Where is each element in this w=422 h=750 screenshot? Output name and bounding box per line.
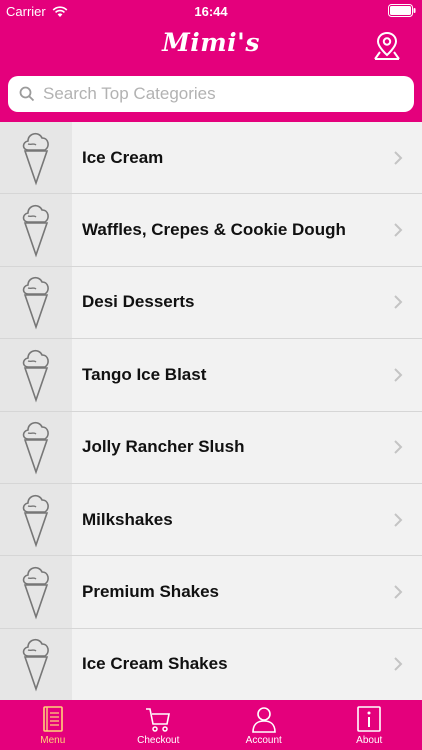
- tab-label: Account: [245, 735, 282, 746]
- ice-cream-cone-icon: [0, 556, 72, 628]
- tab-label: About: [356, 735, 383, 746]
- map-pin-icon[interactable]: [372, 30, 402, 62]
- menu-book-icon: [42, 706, 63, 732]
- category-row-tango-ice-blast[interactable]: Tango Ice Blast: [0, 339, 422, 412]
- category-list: Ice Cream Waffles, Crepes & Cookie Dough…: [0, 122, 422, 700]
- info-icon: [357, 706, 382, 732]
- category-row-desi-desserts[interactable]: Desi Desserts: [0, 266, 422, 340]
- category-label: Premium Shakes: [82, 582, 220, 602]
- chevron-right-icon: [394, 440, 403, 454]
- ice-cream-cone-icon: [0, 266, 72, 339]
- tab-bar: Menu Checkout Account About: [0, 700, 422, 750]
- category-label: Tango Ice Blast: [82, 364, 207, 384]
- cart-icon: [146, 708, 171, 732]
- search-icon: [19, 86, 35, 102]
- tab-label: Checkout: [137, 735, 180, 746]
- category-label: Ice Cream Shakes: [82, 654, 228, 674]
- chevron-right-icon: [394, 223, 403, 237]
- ice-cream-cone-icon: [0, 339, 72, 411]
- chevron-right-icon: [394, 150, 403, 165]
- ice-cream-cone-icon: [0, 194, 72, 266]
- ice-cream-cone-icon: [0, 483, 72, 556]
- tab-label: Menu: [40, 735, 66, 746]
- tab-menu[interactable]: Menu: [0, 700, 106, 750]
- category-row-ice-cream[interactable]: Ice Cream: [0, 122, 422, 195]
- category-row-milkshakes[interactable]: Milkshakes: [0, 483, 422, 557]
- chevron-right-icon: [394, 512, 403, 527]
- chevron-right-icon: [394, 585, 403, 599]
- chevron-right-icon: [394, 657, 403, 672]
- chevron-right-icon: [394, 368, 403, 382]
- user-icon: [251, 707, 276, 733]
- category-label: Desi Desserts: [82, 292, 195, 312]
- search-bar: [0, 68, 422, 122]
- category-row-premium-shakes[interactable]: Premium Shakes: [0, 556, 422, 629]
- tab-about[interactable]: About: [317, 700, 422, 750]
- category-label: Ice Cream: [82, 147, 164, 167]
- status-time: 16:44: [194, 4, 228, 19]
- nav-bar: Mimi's: [0, 24, 422, 68]
- category-label: Milkshakes: [82, 509, 173, 529]
- search-input[interactable]: [43, 84, 403, 104]
- status-bar: Carrier 16:44: [0, 0, 422, 24]
- category-row-waffles[interactable]: Waffles, Crepes & Cookie Dough: [0, 194, 422, 267]
- category-row-jolly-rancher-slush[interactable]: Jolly Rancher Slush: [0, 411, 422, 484]
- category-row-ice-cream-shakes[interactable]: Ice Cream Shakes: [0, 628, 422, 700]
- ice-cream-cone-icon: [0, 122, 72, 194]
- search-box[interactable]: [8, 76, 414, 112]
- ice-cream-cone-icon: [0, 628, 72, 700]
- ice-cream-cone-icon: [0, 411, 72, 483]
- category-label: Jolly Rancher Slush: [82, 437, 245, 457]
- app-logo: Mimi's: [162, 28, 260, 57]
- chevron-right-icon: [394, 295, 403, 310]
- tab-account[interactable]: Account: [211, 700, 317, 750]
- battery-icon: [388, 4, 416, 17]
- tab-checkout[interactable]: Checkout: [106, 700, 212, 750]
- category-label: Waffles, Crepes & Cookie Dough: [82, 220, 346, 240]
